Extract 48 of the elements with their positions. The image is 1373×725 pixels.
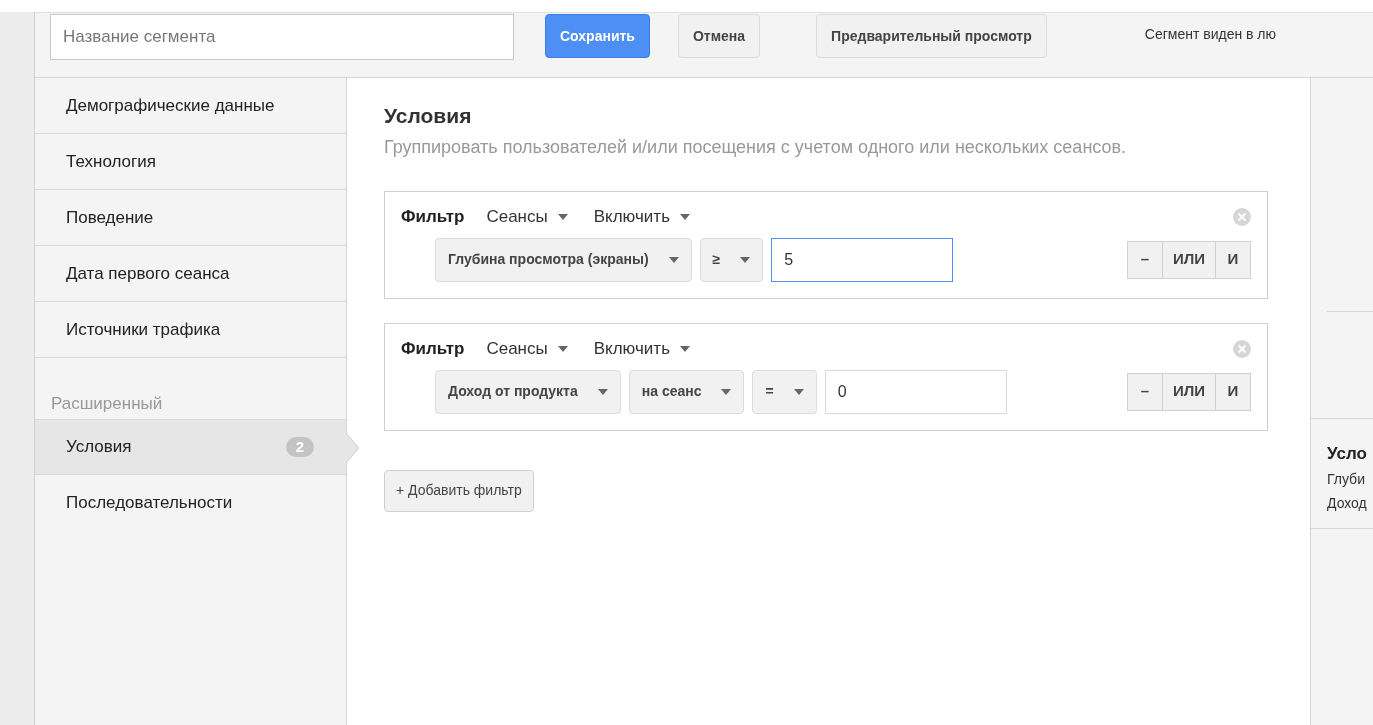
- sidebar-item[interactable]: Последовательности: [35, 474, 346, 531]
- caret-icon: [793, 388, 804, 395]
- toolbar-button[interactable]: Предварительный просмотр: [816, 14, 1047, 58]
- value-field[interactable]: 0: [824, 369, 1007, 414]
- dropdown[interactable]: Глубина просмотра (экраны): [435, 237, 692, 282]
- caret-icon: [680, 345, 690, 352]
- add-filter-button[interactable]: + Добавить фильтр: [384, 469, 534, 512]
- dropdown[interactable]: Доход от продукта: [435, 369, 621, 414]
- caret-icon: [597, 388, 608, 395]
- logic-button[interactable]: –: [1126, 240, 1163, 279]
- summary-title: Усло: [1327, 443, 1368, 465]
- dropdown[interactable]: ≥: [699, 237, 764, 282]
- caret-icon: [557, 213, 568, 220]
- caret-icon: [721, 388, 732, 395]
- dropdown[interactable]: на сеанс: [628, 369, 745, 414]
- dropdown[interactable]: =: [752, 369, 817, 414]
- logic-button[interactable]: –: [1126, 372, 1163, 411]
- caret-icon: [680, 213, 690, 220]
- sidebar-item[interactable]: Технология: [35, 134, 346, 190]
- summary-line: Доход: [1327, 493, 1368, 513]
- logic-button[interactable]: ИЛИ: [1161, 372, 1216, 411]
- mode-dropdown[interactable]: Включить: [593, 335, 690, 362]
- filter-label: Фильтр: [401, 205, 465, 228]
- close-icon[interactable]: [1233, 339, 1251, 358]
- mode-dropdown[interactable]: Включить: [593, 203, 690, 230]
- toolbar-button[interactable]: Отмена: [677, 14, 761, 58]
- close-icon[interactable]: [1233, 207, 1251, 226]
- value-field[interactable]: 5: [771, 237, 954, 282]
- caret-icon: [740, 256, 751, 263]
- sidebar-item[interactable]: Дата первого сеанса: [35, 246, 346, 302]
- summary-line: Глуби: [1327, 469, 1366, 489]
- section-label: Расширенный: [50, 393, 164, 415]
- count-badge: 2: [285, 436, 314, 457]
- filter-label: Фильтр: [401, 337, 465, 360]
- logic-button[interactable]: И: [1215, 372, 1251, 411]
- sidebar-item[interactable]: Поведение: [35, 190, 346, 246]
- logic-button[interactable]: ИЛИ: [1161, 240, 1216, 279]
- caret-icon: [557, 345, 568, 352]
- sidebar-item[interactable]: Источники трафика: [35, 302, 346, 358]
- section-subtitle: Группировать пользователей и/или посещения с учетом одного или нескольких сеансов.: [384, 135, 1128, 159]
- scope-dropdown[interactable]: Сеансы: [486, 203, 568, 230]
- caret-icon: [668, 256, 679, 263]
- scope-dropdown[interactable]: Сеансы: [486, 335, 568, 362]
- segment-name-field[interactable]: Название сегмента: [50, 14, 514, 60]
- logic-button[interactable]: И: [1215, 240, 1251, 279]
- section-title: Условия: [384, 103, 473, 129]
- visibility-text: Сегмент виден в лю: [1144, 25, 1277, 44]
- sidebar-item[interactable]: Демографические данные: [35, 78, 346, 134]
